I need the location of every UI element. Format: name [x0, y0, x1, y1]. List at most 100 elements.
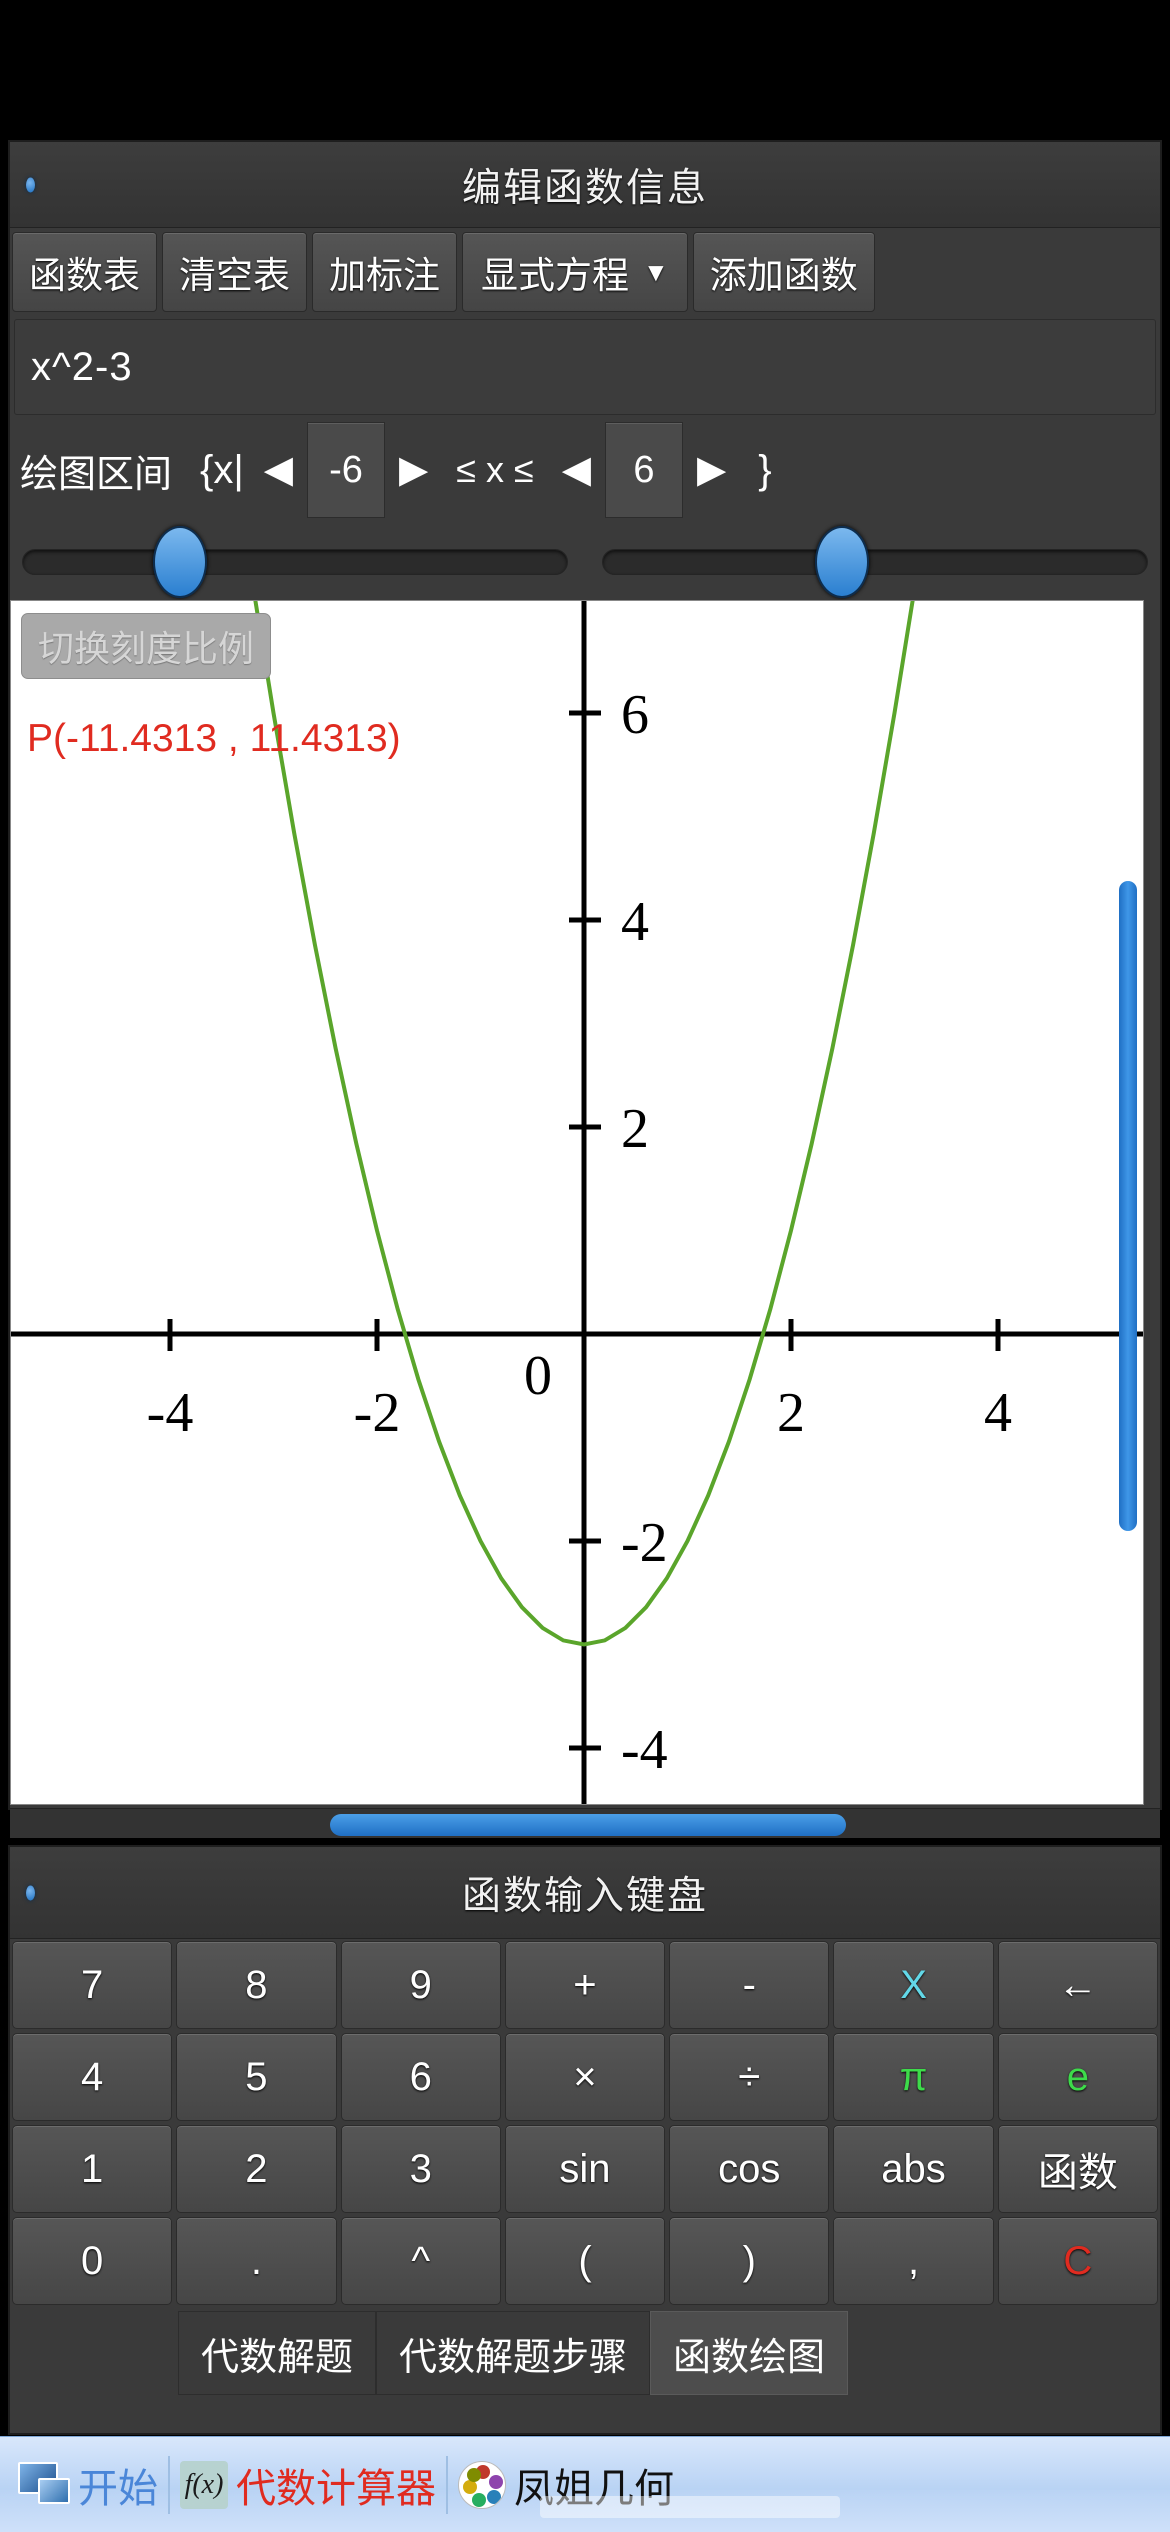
keyboard-row: 4 5 6 × ÷ π e — [12, 2033, 1158, 2121]
tab-algebra-steps[interactable]: 代数解题步骤 — [376, 2311, 651, 2395]
tab-spacer — [10, 2311, 178, 2395]
brace-close: } — [758, 447, 772, 492]
keyboard-row: 0 . ^ ( ) , C — [12, 2217, 1158, 2305]
key-6[interactable]: 6 — [340, 2033, 501, 2121]
key-2[interactable]: 2 — [176, 2125, 337, 2213]
key-divide[interactable]: ÷ — [669, 2033, 830, 2121]
clear-table-label: 清空表 — [179, 255, 290, 296]
key-1[interactable]: 1 — [12, 2125, 173, 2213]
range-max-slider[interactable] — [602, 525, 1148, 599]
chevron-down-icon: ▼ — [643, 256, 669, 287]
app-root: 编辑函数信息 函数表 清空表 加标注 显式方程 ▼ 添加函数 x^2-3 绘图区… — [0, 0, 1170, 2532]
y-tick-label--4: -4 — [621, 1719, 668, 1781]
y-tick-label-2: 2 — [621, 1098, 649, 1160]
brace-open: {x| — [200, 447, 244, 492]
algebra-calculator-label: 代数计算器 — [236, 2466, 436, 2511]
key-clear[interactable]: C — [997, 2217, 1158, 2305]
formula-input[interactable]: x^2-3 — [14, 319, 1156, 415]
keyboard-row: 1 2 3 sin cos abs 函数 — [12, 2125, 1158, 2213]
key-decimal-point[interactable]: . — [176, 2217, 337, 2305]
graph-canvas[interactable]: -4 -2 0 2 4 6 4 2 -2 -4 切换刻度比例 P(-11.431… — [10, 600, 1144, 1805]
function-plot-svg: -4 -2 0 2 4 6 4 2 -2 -4 — [11, 601, 1143, 1804]
key-comma[interactable]: , — [833, 2217, 994, 2305]
palette-icon — [458, 2460, 506, 2509]
x-tick-label--4: -4 — [147, 1382, 194, 1444]
min-slider-thumb[interactable] — [153, 526, 208, 598]
horizontal-scrollbar-thumb[interactable] — [330, 1814, 846, 1836]
keyboard-title: 函数输入键盘 — [461, 1874, 708, 1918]
max-increase-arrow[interactable]: ▶ — [683, 451, 740, 489]
plot-range-row: 绘图区间 {x| ◀ -6 ▶ ≤ x ≤ ◀ 6 ▶ } — [10, 415, 1160, 525]
clear-table-button[interactable]: 清空表 — [162, 232, 307, 312]
vertical-scrollbar-thumb[interactable] — [1119, 881, 1137, 1531]
add-annotation-label: 加标注 — [329, 255, 440, 296]
function-table-label: 函数表 — [29, 255, 140, 296]
toolbar: 函数表 清空表 加标注 显式方程 ▼ 添加函数 — [10, 228, 1160, 316]
x-tick-label-2: 2 — [777, 1382, 805, 1444]
horizontal-scrollbar[interactable] — [10, 1808, 1160, 1838]
key-sin[interactable]: sin — [504, 2125, 666, 2213]
add-function-label: 添加函数 — [709, 255, 858, 296]
top-black-bar — [0, 0, 1170, 140]
key-7[interactable]: 7 — [12, 1941, 173, 2029]
min-decrease-arrow[interactable]: ◀ — [250, 451, 307, 489]
key-cos[interactable]: cos — [669, 2125, 830, 2213]
x-tick-label-0: 0 — [524, 1345, 552, 1407]
taskbar-empty-slot — [540, 2496, 840, 2518]
y-tick-label-6: 6 — [621, 684, 649, 746]
key-3[interactable]: 3 — [340, 2125, 501, 2213]
formula-value: x^2-3 — [31, 344, 133, 389]
tab-algebra-solve[interactable]: 代数解题 — [178, 2311, 377, 2395]
taskbar: 开始 f(x) 代数计算器 凤姐几何 — [0, 2436, 1170, 2532]
min-slider-track — [22, 549, 568, 575]
toggle-scale-button[interactable]: 切换刻度比例 — [21, 613, 272, 679]
key-plus[interactable]: + — [504, 1941, 666, 2029]
start-button[interactable]: 开始 — [8, 2437, 168, 2532]
keyboard-row: 7 8 9 + - X ← — [12, 1941, 1158, 2029]
x-tick-label--2: -2 — [354, 1382, 401, 1444]
max-decrease-arrow[interactable]: ◀ — [548, 451, 605, 489]
key-9[interactable]: 9 — [340, 1941, 501, 2029]
range-min-slider[interactable] — [22, 525, 568, 599]
keyboard-status-dot-icon — [26, 1885, 35, 1900]
start-label: 开始 — [78, 2466, 158, 2511]
function-table-button[interactable]: 函数表 — [12, 232, 157, 312]
fx-icon: f(x) — [180, 2460, 228, 2509]
range-sliders — [10, 525, 1160, 599]
key-paren-close[interactable]: ) — [669, 2217, 830, 2305]
key-4[interactable]: 4 — [12, 2033, 173, 2121]
equation-type-dropdown[interactable]: 显式方程 ▼ — [462, 232, 688, 312]
add-annotation-button[interactable]: 加标注 — [312, 232, 457, 312]
key-backspace[interactable]: ← — [997, 1941, 1158, 2029]
toggle-scale-label: 切换刻度比例 — [38, 628, 255, 669]
range-min-input[interactable]: -6 — [307, 422, 385, 518]
status-dot-icon — [26, 177, 35, 192]
key-e[interactable]: e — [997, 2033, 1158, 2121]
tab-function-plot[interactable]: 函数绘图 — [650, 2311, 849, 2395]
key-pi[interactable]: π — [833, 2033, 994, 2121]
equation-type-label: 显式方程 — [481, 255, 629, 296]
key-5[interactable]: 5 — [176, 2033, 337, 2121]
key-paren-open[interactable]: ( — [504, 2217, 666, 2305]
computer-icon — [18, 2461, 70, 2508]
inequality-label: ≤ x ≤ — [456, 449, 534, 490]
plot-range-label: 绘图区间 — [20, 453, 173, 496]
key-minus[interactable]: - — [669, 1941, 830, 2029]
add-function-button[interactable]: 添加函数 — [692, 232, 875, 312]
key-variable-x[interactable]: X — [833, 1941, 994, 2029]
key-power[interactable]: ^ — [340, 2217, 501, 2305]
min-increase-arrow[interactable]: ▶ — [385, 451, 442, 489]
y-tick-label--2: -2 — [621, 1512, 668, 1574]
key-abs[interactable]: abs — [833, 2125, 994, 2213]
max-slider-track — [602, 549, 1148, 575]
keyboard-panel: 函数输入键盘 7 8 9 + - X ← 4 5 6 × ÷ π e 1 2 3… — [8, 1845, 1162, 2435]
key-function[interactable]: 函数 — [997, 2125, 1158, 2213]
page-title: 编辑函数信息 — [461, 166, 708, 210]
key-8[interactable]: 8 — [176, 1941, 337, 2029]
key-0[interactable]: 0 — [12, 2217, 173, 2305]
range-max-input[interactable]: 6 — [605, 422, 683, 518]
window-titlebar: 编辑函数信息 — [10, 142, 1160, 228]
taskbar-item-algebra-calculator[interactable]: f(x) 代数计算器 — [170, 2437, 446, 2532]
key-multiply[interactable]: × — [504, 2033, 666, 2121]
max-slider-thumb[interactable] — [815, 526, 870, 598]
